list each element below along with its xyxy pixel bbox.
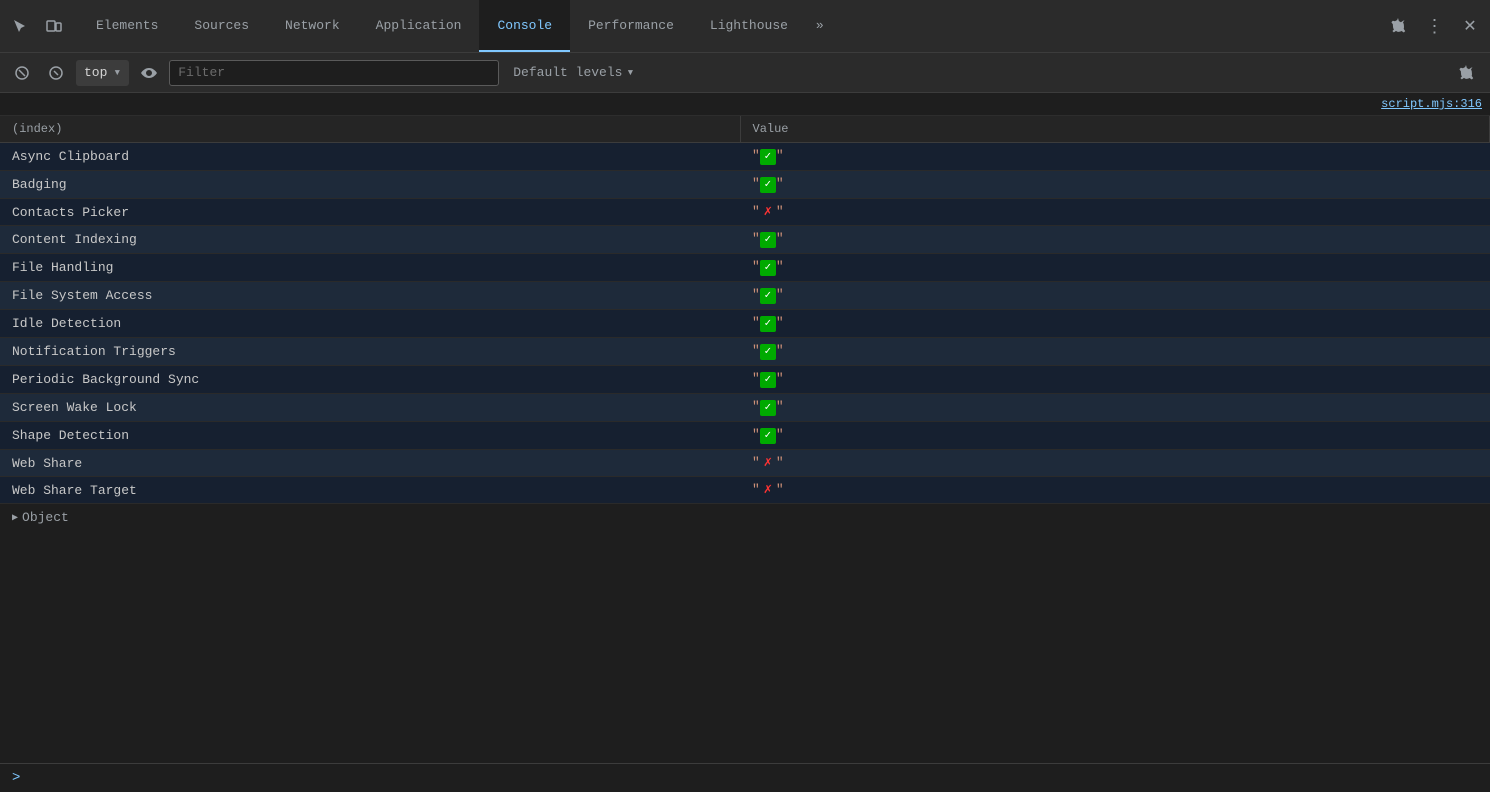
cell-value: "✓"	[740, 338, 1490, 366]
cell-index: File Handling	[0, 254, 740, 282]
cell-value: "✓"	[740, 366, 1490, 394]
filter-icon-btn[interactable]	[42, 59, 70, 87]
table-row: Badging"✓"	[0, 171, 1490, 199]
console-toolbar: top ▾ Default levels ▾	[0, 53, 1490, 93]
cursor-icon-btn[interactable]	[4, 10, 36, 42]
tab-sources[interactable]: Sources	[176, 0, 267, 52]
settings-icon-btn[interactable]	[1382, 10, 1414, 42]
tab-bar-left-icons	[4, 10, 70, 42]
tab-more[interactable]: »	[806, 0, 834, 52]
console-output: (index) Value Async Clipboard"✓"Badging"…	[0, 116, 1490, 763]
data-table: (index) Value Async Clipboard"✓"Badging"…	[0, 116, 1490, 504]
tab-performance[interactable]: Performance	[570, 0, 692, 52]
cell-value: "✓"	[740, 422, 1490, 450]
table-row: Contacts Picker"✗"	[0, 199, 1490, 226]
cell-value: "✗"	[740, 199, 1490, 226]
table-row: Shape Detection"✓"	[0, 422, 1490, 450]
script-link-bar: script.mjs:316	[0, 93, 1490, 116]
log-levels-btn[interactable]: Default levels ▾	[505, 62, 642, 83]
cell-index: Idle Detection	[0, 310, 740, 338]
tab-application[interactable]: Application	[358, 0, 480, 52]
cross-icon: ✗	[760, 455, 776, 471]
check-icon: ✓	[760, 400, 776, 416]
table-row: File System Access"✓"	[0, 282, 1490, 310]
check-icon: ✓	[760, 149, 776, 165]
tab-lighthouse[interactable]: Lighthouse	[692, 0, 806, 52]
cell-value: "✓"	[740, 143, 1490, 171]
table-row: Screen Wake Lock"✓"	[0, 394, 1490, 422]
check-icon: ✓	[760, 316, 776, 332]
tab-bar-right-icons: ⋮ ✕	[1382, 10, 1486, 42]
cell-value: "✗"	[740, 477, 1490, 504]
cell-index: Contacts Picker	[0, 199, 740, 226]
cell-value: "✓"	[740, 254, 1490, 282]
close-icon-btn[interactable]: ✕	[1454, 10, 1486, 42]
table-row: Idle Detection"✓"	[0, 310, 1490, 338]
tab-network[interactable]: Network	[267, 0, 358, 52]
tabs-container: Elements Sources Network Application Con…	[78, 0, 1382, 52]
tab-console[interactable]: Console	[479, 0, 570, 52]
console-prompt: >	[0, 763, 1490, 792]
cell-value: "✓"	[740, 171, 1490, 199]
col-index-header: (index)	[0, 116, 740, 143]
table-row: Web Share"✗"	[0, 450, 1490, 477]
cell-index: Web Share	[0, 450, 740, 477]
cross-icon: ✗	[760, 482, 776, 498]
cell-value: "✓"	[740, 226, 1490, 254]
table-row: Notification Triggers"✓"	[0, 338, 1490, 366]
cell-index: Periodic Background Sync	[0, 366, 740, 394]
table-row: File Handling"✓"	[0, 254, 1490, 282]
filter-input[interactable]	[169, 60, 499, 86]
cross-icon: ✗	[760, 204, 776, 220]
more-options-icon-btn[interactable]: ⋮	[1418, 10, 1450, 42]
cell-index: Shape Detection	[0, 422, 740, 450]
cell-index: File System Access	[0, 282, 740, 310]
eye-icon-btn[interactable]	[135, 59, 163, 87]
check-icon: ✓	[760, 344, 776, 360]
cell-value: "✓"	[740, 282, 1490, 310]
check-icon: ✓	[760, 260, 776, 276]
table-row: Async Clipboard"✓"	[0, 143, 1490, 171]
check-icon: ✓	[760, 428, 776, 444]
col-value-header: Value	[740, 116, 1490, 143]
device-toggle-btn[interactable]	[38, 10, 70, 42]
tab-elements[interactable]: Elements	[78, 0, 176, 52]
table-header: (index) Value	[0, 116, 1490, 143]
table-body: Async Clipboard"✓"Badging"✓"Contacts Pic…	[0, 143, 1490, 504]
context-selector[interactable]: top ▾	[76, 60, 129, 86]
clear-console-btn[interactable]	[8, 59, 36, 87]
object-row[interactable]: ▶ Object	[0, 504, 1490, 531]
script-link[interactable]: script.mjs:316	[1381, 97, 1482, 111]
cell-index: Web Share Target	[0, 477, 740, 504]
cell-index: Notification Triggers	[0, 338, 740, 366]
tab-bar: Elements Sources Network Application Con…	[0, 0, 1490, 53]
table-row: Web Share Target"✗"	[0, 477, 1490, 504]
cell-index: Badging	[0, 171, 740, 199]
check-icon: ✓	[760, 372, 776, 388]
cell-value: "✗"	[740, 450, 1490, 477]
triangle-icon: ▶	[12, 512, 18, 524]
cell-value: "✓"	[740, 310, 1490, 338]
settings-console-icon-btn[interactable]	[1450, 57, 1482, 89]
table-row: Periodic Background Sync"✓"	[0, 366, 1490, 394]
check-icon: ✓	[760, 288, 776, 304]
cell-index: Screen Wake Lock	[0, 394, 740, 422]
check-icon: ✓	[760, 177, 776, 193]
object-label: Object	[22, 510, 69, 525]
check-icon: ✓	[760, 232, 776, 248]
table-row: Content Indexing"✓"	[0, 226, 1490, 254]
prompt-arrow-icon: >	[12, 770, 20, 786]
cell-index: Content Indexing	[0, 226, 740, 254]
console-prompt-input[interactable]	[28, 771, 1478, 786]
cell-index: Async Clipboard	[0, 143, 740, 171]
cell-value: "✓"	[740, 394, 1490, 422]
